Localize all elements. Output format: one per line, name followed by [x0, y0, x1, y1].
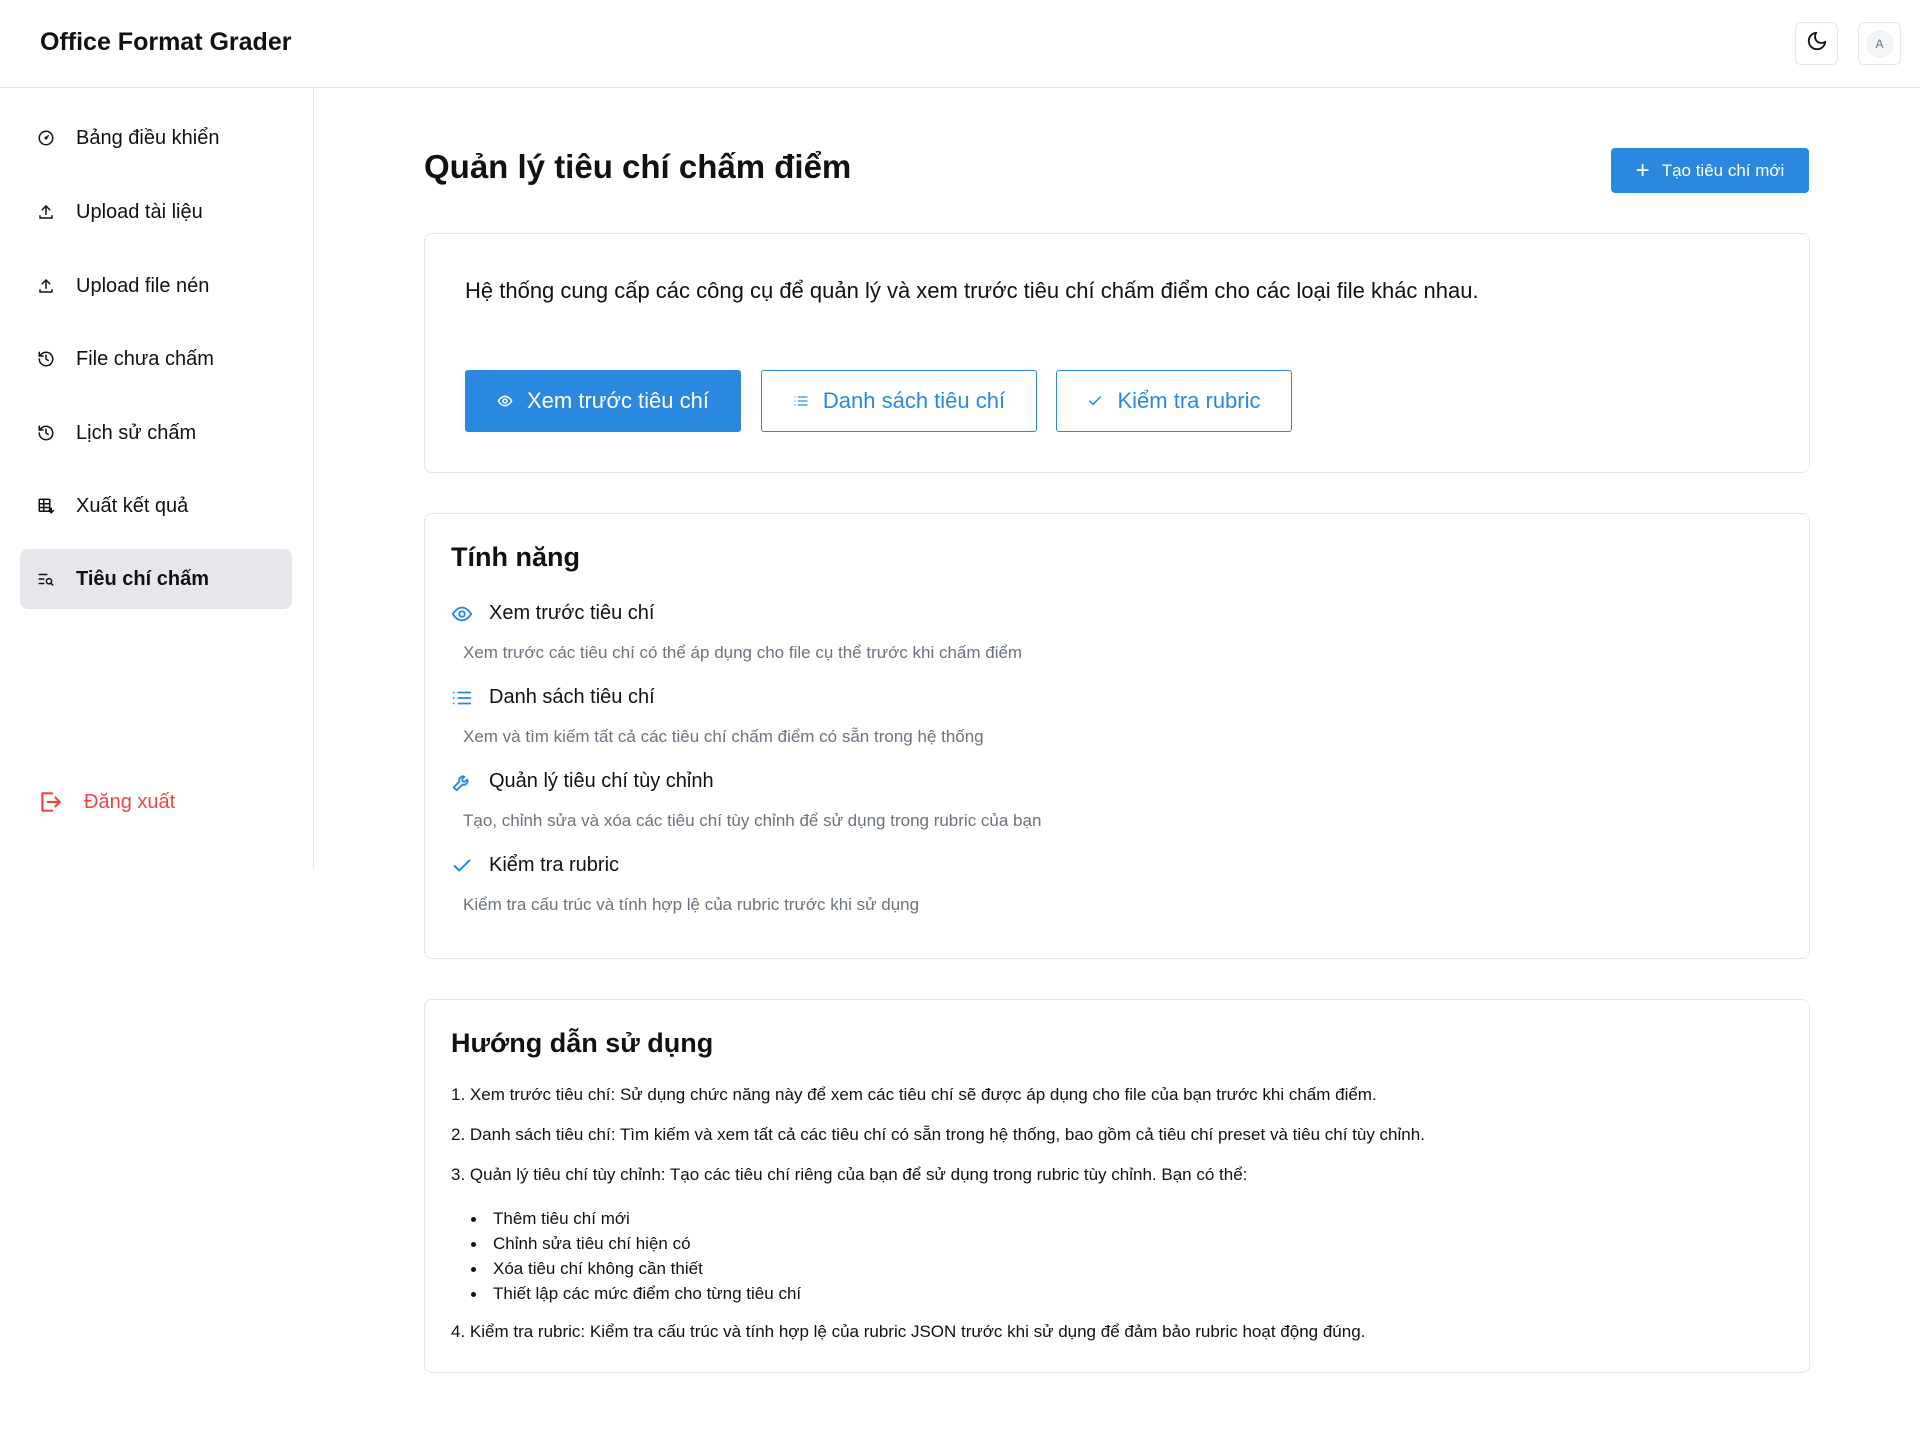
sidebar-item-label: File chưa chấm	[76, 347, 214, 370]
history-icon	[36, 349, 56, 369]
logout-button[interactable]: Đăng xuất	[36, 788, 175, 816]
plus-icon: +	[1635, 156, 1650, 184]
list-search-icon	[36, 569, 56, 589]
sidebar-item-label: Lịch sử chấm	[76, 421, 197, 444]
sidebar-item-grading-history[interactable]: Lịch sử chấm	[20, 403, 292, 463]
check-icon	[451, 855, 473, 877]
feature-title: Quản lý tiêu chí tùy chỉnh	[489, 770, 714, 792]
feature-item: Xem trước tiêu chí	[451, 602, 654, 625]
feature-title: Danh sách tiêu chí	[489, 686, 655, 708]
wrench-icon	[451, 771, 473, 793]
features-title: Tính năng	[451, 542, 580, 572]
sidebar-item-label: Tiêu chí chấm	[76, 567, 210, 590]
sidebar-item-label: Upload tài liệu	[76, 200, 203, 223]
check-icon	[1087, 393, 1103, 409]
tab-label: Danh sách tiêu chí	[822, 388, 1006, 413]
page-title: Quản lý tiêu chí chấm điểm	[424, 148, 852, 185]
feature-item: Kiểm tra rubric	[451, 854, 619, 877]
guide-title: Hướng dẫn sử dụng	[451, 1028, 714, 1058]
sidebar-item-grading-criteria[interactable]: Tiêu chí chấm	[20, 549, 292, 609]
feature-desc: Tạo, chỉnh sửa và xóa các tiêu chí tùy c…	[463, 811, 1042, 830]
list-item: Thêm tiêu chí mới	[471, 1206, 801, 1231]
logout-icon	[36, 788, 64, 816]
tab-criteria-list[interactable]: Danh sách tiêu chí	[761, 370, 1037, 432]
history-icon	[36, 423, 56, 443]
create-criterion-label: Tạo tiêu chí mới	[1661, 160, 1785, 180]
tab-label: Kiểm tra rubric	[1117, 388, 1261, 413]
tab-check-rubric[interactable]: Kiểm tra rubric	[1056, 370, 1292, 432]
sidebar-item-upload-document[interactable]: Upload tài liệu	[20, 182, 292, 242]
eye-icon	[497, 393, 513, 409]
list-item: Xóa tiêu chí không cần thiết	[471, 1256, 801, 1281]
theme-toggle-button[interactable]	[1795, 22, 1838, 65]
sidebar-item-dashboard[interactable]: Bảng điều khiển	[20, 108, 292, 168]
intro-text: Hệ thống cung cấp các công cụ để quản lý…	[465, 278, 1479, 303]
features-card: Tính năng Xem trước tiêu chí Xem trước c…	[424, 513, 1810, 959]
sidebar-item-label: Xuất kết quả	[76, 494, 189, 517]
tab-preview-criteria[interactable]: Xem trước tiêu chí	[465, 370, 741, 432]
list-item: Thiết lập các mức điểm cho từng tiêu chí	[471, 1281, 801, 1306]
upload-icon	[36, 276, 56, 296]
table-export-icon	[36, 496, 56, 516]
eye-icon	[451, 603, 473, 625]
guide-step: 3. Quản lý tiêu chí tùy chỉnh: Tạo các t…	[451, 1165, 1248, 1184]
logout-label: Đăng xuất	[84, 790, 176, 813]
upload-icon	[36, 202, 56, 222]
feature-desc: Kiểm tra cấu trúc và tính hợp lệ của rub…	[463, 895, 920, 914]
guide-step: 1. Xem trước tiêu chí: Sử dụng chức năng…	[451, 1085, 1377, 1104]
user-avatar-button[interactable]: A	[1858, 22, 1901, 65]
feature-desc: Xem trước các tiêu chí có thể áp dụng ch…	[463, 643, 1023, 662]
sidebar-item-upload-archive[interactable]: Upload file nén	[20, 256, 292, 316]
sidebar-item-label: Upload file nén	[76, 274, 210, 297]
guide-card: Hướng dẫn sử dụng 1. Xem trước tiêu chí:…	[424, 999, 1810, 1373]
sidebar-item-export-results[interactable]: Xuất kết quả	[20, 476, 292, 536]
list-item: Chỉnh sửa tiêu chí hiện có	[471, 1231, 801, 1256]
avatar: A	[1865, 29, 1894, 58]
feature-item: Danh sách tiêu chí	[451, 686, 655, 709]
guide-step: 2. Danh sách tiêu chí: Tìm kiếm và xem t…	[451, 1125, 1425, 1144]
top-header: Office Format Grader A	[0, 0, 1920, 88]
sidebar-item-label: Bảng điều khiển	[76, 126, 220, 149]
guide-step: 4. Kiểm tra rubric: Kiểm tra cấu trúc và…	[451, 1322, 1366, 1341]
app-title: Office Format Grader	[40, 28, 292, 56]
create-criterion-button[interactable]: + Tạo tiêu chí mới	[1611, 148, 1809, 193]
moon-icon	[1806, 30, 1828, 57]
tab-label: Xem trước tiêu chí	[527, 388, 709, 413]
list-icon	[451, 687, 473, 709]
guide-bullet-list: Thêm tiêu chí mới Chỉnh sửa tiêu chí hiệ…	[471, 1206, 801, 1306]
sidebar: Bảng điều khiển Upload tài liệu Upload f…	[0, 88, 314, 870]
tools-card: Hệ thống cung cấp các công cụ để quản lý…	[424, 233, 1810, 473]
list-icon	[793, 393, 809, 409]
feature-desc: Xem và tìm kiếm tất cả các tiêu chí chấm…	[463, 727, 984, 746]
gauge-icon	[36, 128, 56, 148]
sidebar-item-ungraded-files[interactable]: File chưa chấm	[20, 329, 292, 389]
feature-title: Kiểm tra rubric	[489, 854, 620, 876]
feature-title: Xem trước tiêu chí	[489, 602, 655, 624]
feature-item: Quản lý tiêu chí tùy chỉnh	[451, 770, 714, 793]
